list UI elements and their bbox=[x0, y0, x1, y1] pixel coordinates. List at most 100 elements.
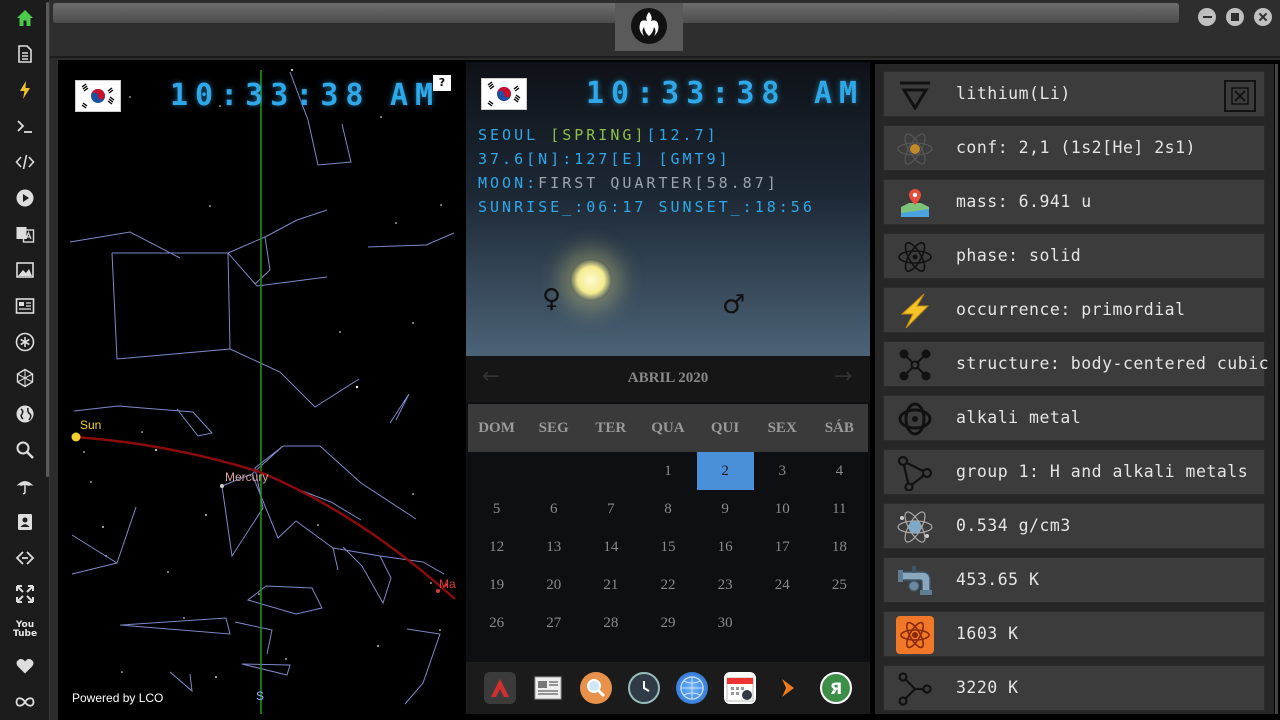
calendar-day[interactable]: 30 bbox=[697, 604, 754, 642]
calendar-day[interactable]: 4 bbox=[811, 452, 868, 490]
newspaper-icon[interactable] bbox=[532, 672, 564, 704]
infinity-icon[interactable] bbox=[13, 690, 37, 714]
sun-label: Sun bbox=[80, 418, 102, 432]
element-property-row[interactable]: occurrence: primordial bbox=[883, 287, 1265, 333]
calendar-day[interactable]: 24 bbox=[754, 566, 811, 604]
terminal-icon[interactable] bbox=[13, 114, 37, 138]
calendar-day[interactable]: 29 bbox=[639, 604, 696, 642]
calendar-weekdays: DOM SEG TER QUA QUI SEX SÁB bbox=[468, 404, 868, 452]
element-property-row[interactable]: conf: 2,1 (1s2[He] 2s1) bbox=[883, 125, 1265, 171]
calendar-day[interactable]: 13 bbox=[525, 528, 582, 566]
sidebar-scrollbar[interactable] bbox=[46, 2, 49, 477]
calendar-day[interactable]: 9 bbox=[697, 490, 754, 528]
sun-marker[interactable] bbox=[71, 432, 81, 442]
help-button[interactable]: ? bbox=[433, 75, 451, 91]
asterisk-icon[interactable] bbox=[13, 330, 37, 354]
youtube-icon[interactable]: You Tube bbox=[13, 618, 37, 642]
globe-app-icon[interactable] bbox=[676, 672, 708, 704]
calendar-day[interactable]: 6 bbox=[525, 490, 582, 528]
calendar-day[interactable]: 14 bbox=[582, 528, 639, 566]
element-property-row[interactable]: 453.65 K bbox=[883, 557, 1265, 603]
minimize-button[interactable] bbox=[1198, 8, 1216, 26]
element-property-row[interactable]: structure: body-centered cubic bbox=[883, 341, 1269, 387]
element-property-text: 1603 K bbox=[956, 624, 1019, 643]
south-label: S bbox=[256, 689, 265, 703]
calendar-day[interactable]: 15 bbox=[639, 528, 696, 566]
expand-icon[interactable] bbox=[13, 582, 37, 606]
calendar-day[interactable]: 22 bbox=[639, 566, 696, 604]
mercury-marker[interactable] bbox=[220, 484, 224, 488]
calendar-day[interactable]: 23 bbox=[697, 566, 754, 604]
hexagon-icon[interactable] bbox=[13, 366, 37, 390]
calendar-day[interactable]: 21 bbox=[582, 566, 639, 604]
yandex-icon[interactable]: Я bbox=[820, 672, 852, 704]
calendar-day[interactable]: 26 bbox=[468, 604, 525, 642]
image-icon[interactable] bbox=[13, 258, 37, 282]
contact-icon[interactable] bbox=[13, 510, 37, 534]
calendar-day[interactable]: 3 bbox=[754, 452, 811, 490]
calendar-day[interactable]: 7 bbox=[582, 490, 639, 528]
weekday-label: QUI bbox=[710, 420, 740, 436]
top-bar bbox=[50, 0, 1280, 58]
umbrella-icon[interactable] bbox=[13, 474, 37, 498]
element-property-row[interactable]: 0.534 g/cm3 bbox=[883, 503, 1265, 549]
calendar-day[interactable]: 2 bbox=[696, 452, 754, 490]
play-arrow-icon[interactable] bbox=[772, 672, 804, 704]
element-property-text: mass: 6.941 u bbox=[956, 192, 1092, 211]
search-icon[interactable] bbox=[13, 438, 37, 462]
calendar-day[interactable]: 5 bbox=[468, 490, 525, 528]
element-property-row[interactable]: lithium(Li) bbox=[883, 71, 1265, 117]
calendar-day[interactable]: 20 bbox=[525, 566, 582, 604]
clock-app-icon[interactable] bbox=[628, 672, 660, 704]
heart-icon[interactable] bbox=[13, 654, 37, 678]
calendar-day[interactable]: 16 bbox=[697, 528, 754, 566]
calendar-day[interactable]: 25 bbox=[811, 566, 868, 604]
logo-tab[interactable] bbox=[615, 3, 683, 51]
code-icon[interactable] bbox=[13, 150, 37, 174]
calendar-day[interactable]: 8 bbox=[639, 490, 696, 528]
calendar-day[interactable]: 17 bbox=[754, 528, 811, 566]
link-icon[interactable] bbox=[13, 546, 37, 570]
play-icon[interactable] bbox=[13, 186, 37, 210]
element-property-row[interactable]: alkali metal bbox=[883, 395, 1265, 441]
calendar-app-icon[interactable] bbox=[724, 672, 756, 704]
arch-icon[interactable] bbox=[484, 672, 516, 704]
group-graph-icon bbox=[896, 454, 934, 492]
home-icon[interactable] bbox=[13, 6, 37, 30]
weekday-label: SEX bbox=[767, 420, 797, 436]
calendar-next-button[interactable]: → bbox=[834, 364, 852, 389]
calendar-day[interactable]: 18 bbox=[811, 528, 868, 566]
element-property-row[interactable]: phase: solid bbox=[883, 233, 1265, 279]
calendar-day[interactable]: 12 bbox=[468, 528, 525, 566]
news-icon[interactable] bbox=[13, 294, 37, 318]
weekday-label: TER bbox=[595, 420, 627, 436]
right-scrollbar[interactable] bbox=[1275, 64, 1278, 714]
sky-chart-panel[interactable]: 10:33:38 AM ? Sun Mercury Ma S Powered b… bbox=[60, 62, 462, 714]
translate-icon[interactable] bbox=[13, 222, 37, 246]
calendar-day[interactable]: 19 bbox=[468, 566, 525, 604]
element-property-row[interactable]: mass: 6.941 u bbox=[883, 179, 1265, 225]
document-icon[interactable] bbox=[13, 42, 37, 66]
lightning-icon[interactable] bbox=[13, 78, 37, 102]
calendar-day[interactable]: 11 bbox=[811, 490, 868, 528]
maximize-button[interactable] bbox=[1226, 8, 1244, 26]
globe-icon[interactable] bbox=[13, 402, 37, 426]
season: [SPRING] bbox=[550, 126, 647, 144]
close-window-button[interactable] bbox=[1254, 8, 1272, 26]
calendar-header: ← ABRIL 2020 → bbox=[466, 356, 870, 402]
close-panel-icon[interactable] bbox=[1224, 80, 1256, 112]
element-property-row[interactable]: group 1: H and alkali metals bbox=[883, 449, 1265, 495]
calendar-week-row: 19 20 21 22 23 24 25 bbox=[468, 566, 868, 604]
sun-times: SUNRISE_:06:17 SUNSET_:18:56 bbox=[478, 198, 815, 216]
element-property-row[interactable]: 1603 K bbox=[883, 611, 1265, 657]
atom-config-icon bbox=[896, 130, 934, 168]
calendar-empty-cell bbox=[582, 452, 639, 490]
nodes-icon bbox=[896, 670, 934, 708]
melting-pipe-icon bbox=[896, 562, 934, 600]
element-property-row[interactable]: 3220 K bbox=[883, 665, 1265, 711]
calendar-day[interactable]: 1 bbox=[639, 452, 696, 490]
calendar-day[interactable]: 10 bbox=[754, 490, 811, 528]
calendar-day[interactable]: 28 bbox=[582, 604, 639, 642]
calendar-day[interactable]: 27 bbox=[525, 604, 582, 642]
search-app-icon[interactable] bbox=[580, 672, 612, 704]
